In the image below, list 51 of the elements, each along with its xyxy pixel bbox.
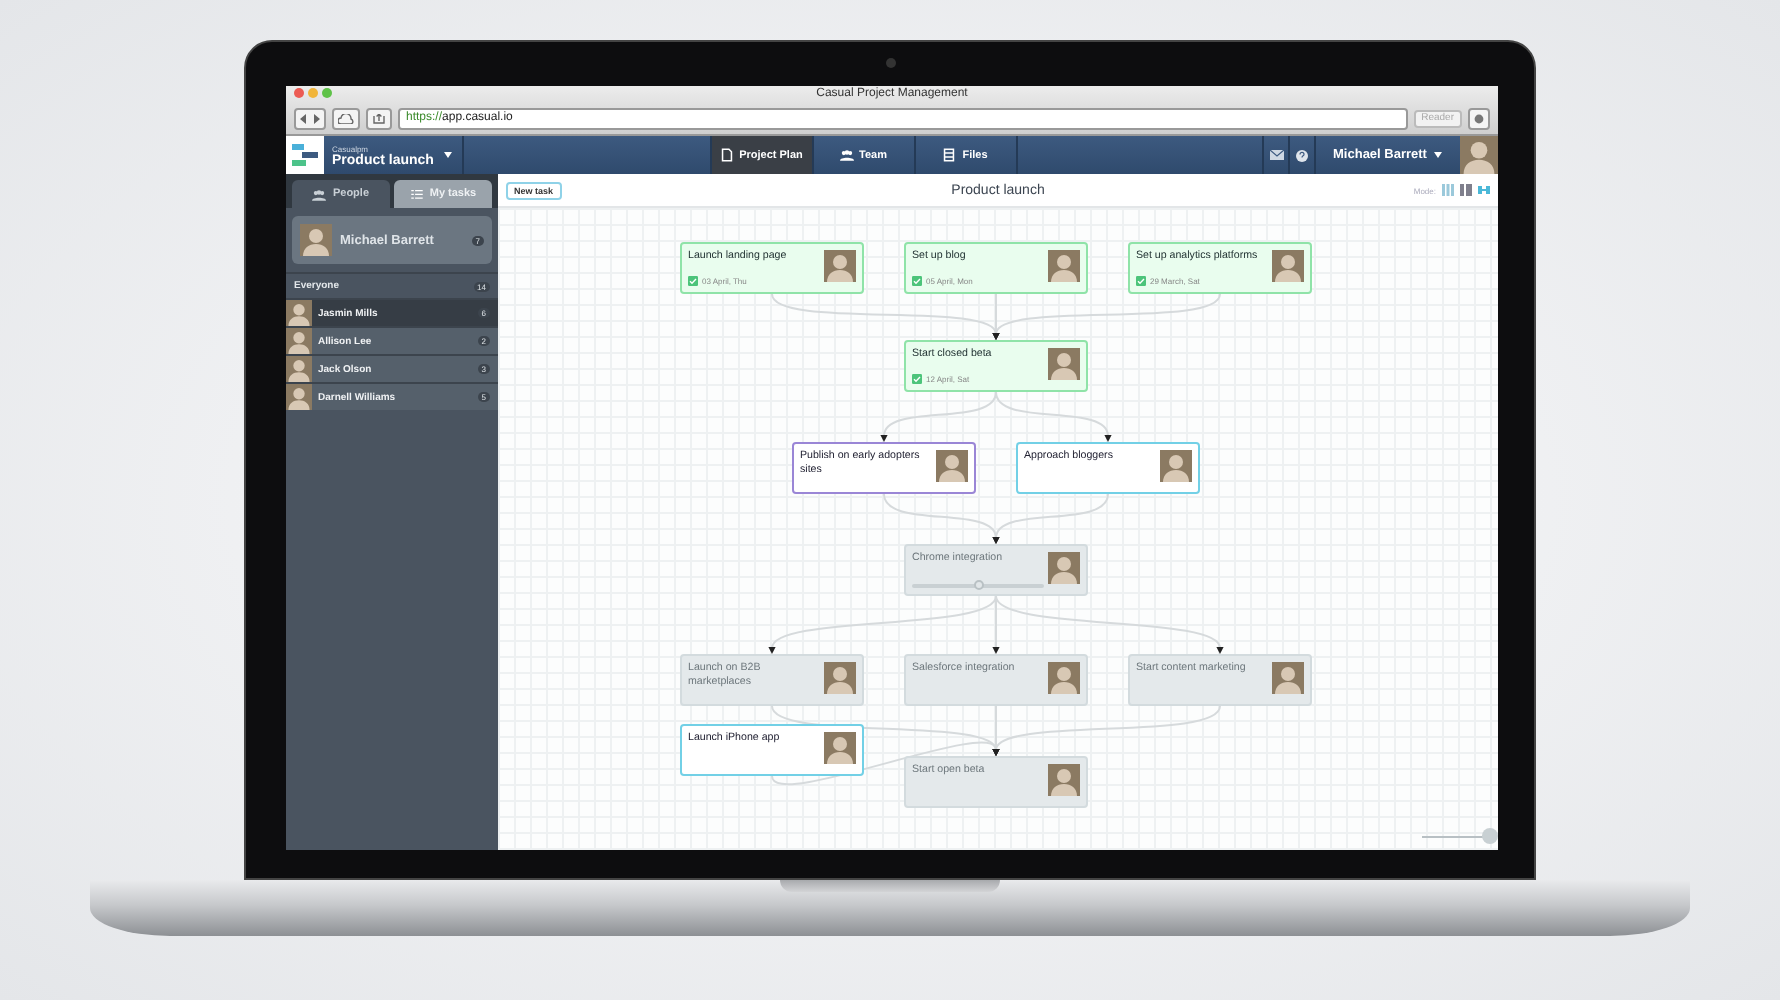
avatar-placeholder [1272,662,1304,694]
download-button[interactable] [1468,107,1490,129]
people-icon [312,187,327,201]
rows-mode-icon[interactable] [1460,184,1472,196]
caret-icon [1434,152,1443,158]
avatar-placeholder [1048,764,1080,796]
avatar-placeholder [936,450,968,482]
avatar-placeholder [286,328,312,354]
maximize-button[interactable] [322,88,332,98]
plan-icon [719,148,734,162]
connector-arrow [880,391,997,442]
connector-arrow [992,493,1109,544]
close-button[interactable] [294,88,304,98]
minimize-button[interactable] [308,88,318,98]
avatar-placeholder [286,356,312,382]
app-logo [286,136,324,174]
avatar-placeholder [1272,250,1304,282]
back-forward-button[interactable] [294,107,326,129]
avatar-placeholder [1460,136,1498,174]
cloud-icon [338,113,354,123]
files-icon [942,148,957,162]
cloud-button[interactable] [332,107,360,129]
map-mode-icon[interactable] [1478,184,1490,196]
mail-icon[interactable] [1269,150,1283,160]
avatar-placeholder [824,250,856,282]
avatar-placeholder [286,384,312,410]
check-icon [912,374,922,384]
check-icon [1136,276,1146,286]
avatar-placeholder [824,732,856,764]
share-button[interactable] [366,107,392,129]
avatar-placeholder [1048,662,1080,694]
caret-icon [444,152,452,158]
avatar-placeholder [1048,348,1080,380]
columns-mode-icon[interactable] [1442,184,1454,196]
avatar-placeholder [286,300,312,326]
team-icon [839,148,854,162]
avatar-placeholder [1048,552,1080,584]
zoom-thumb[interactable] [1482,828,1498,844]
list-icon [409,187,424,201]
arrows-icon [300,113,320,123]
camera-dot [886,58,896,68]
slider-thumb[interactable] [973,580,983,590]
help-icon[interactable] [1296,149,1308,161]
avatar-placeholder [824,662,856,694]
connector-arrow [995,391,1112,442]
check-icon [688,276,698,286]
check-icon [912,276,922,286]
avatar-placeholder [1048,250,1080,282]
share-icon [372,113,386,123]
avatar-placeholder [1160,450,1192,482]
avatar-placeholder [300,224,332,256]
